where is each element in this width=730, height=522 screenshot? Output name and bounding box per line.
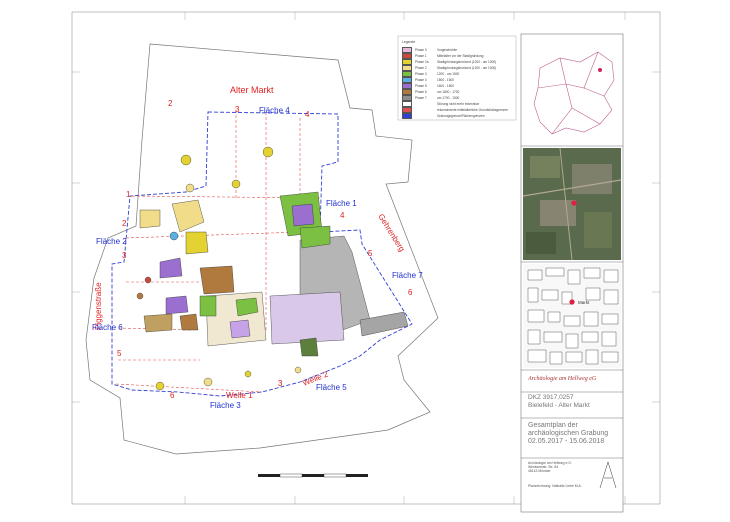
legend-code: Phase 6 [415, 90, 427, 94]
map-sheet: Markt Alter Markt Gehrenberg Piggenstraß… [0, 0, 730, 517]
address-block: Archäologie am Hellweg e.G. Westwerkstr.… [528, 461, 620, 474]
legend-text: Stadtgründungshorizont (1200 - um 1300) [437, 66, 497, 70]
plan-title-block: Gesamtplan der archäologischen Grabung 0… [528, 422, 620, 446]
project-site: Bielefeld - Alter Markt [528, 402, 590, 409]
plot-number: 2 [122, 219, 127, 228]
plot-number: 3 [235, 105, 240, 114]
plot-number: 5 [117, 349, 122, 358]
scale-bar [258, 473, 368, 478]
label-welle1: Welle 1 [226, 391, 253, 400]
legend-swatch [402, 53, 412, 59]
legend-code: Phase 5 [415, 84, 427, 88]
legend-code: Phase 2 [415, 66, 427, 70]
plot-number: 6 [170, 391, 175, 400]
plot-number: 4 [340, 211, 345, 220]
label-flaeche5: Fläche 5 [316, 383, 347, 392]
legend-code: Phase 0 [415, 48, 427, 52]
legend-swatch [402, 77, 412, 83]
plan-title-dates: 02.05.2017 - 15.06.2018 [528, 438, 605, 445]
label-flaeche7: Fläche 7 [392, 271, 423, 280]
legend-code: Phase 1 [415, 54, 427, 58]
label-flaeche6: Fläche 6 [92, 323, 123, 332]
drawn-by: Planzeichnung: Nathalie Liebe M.A. [528, 484, 582, 488]
legend-code: Phase 2a [415, 60, 429, 64]
plan-title-line2: archäologischen Grabung [528, 430, 609, 437]
legend-swatch [402, 47, 412, 53]
label-alter-markt: Alter Markt [230, 85, 274, 95]
legend-swatch [402, 95, 412, 101]
site-plan-svg: Markt Alter Markt Gehrenberg Piggenstraß… [71, 11, 661, 513]
legend-text: Grabungsgrenze/Flächengrenzen [437, 114, 485, 118]
plot-number: 6 [408, 288, 413, 297]
city-map-marker-label: Markt [578, 300, 590, 305]
legend-item: Grabungsgrenze/Flächengrenzen [402, 113, 512, 119]
legend-text: Mittelalter vor der Stadtgründung [437, 54, 484, 58]
label-flaeche2: Fläche 2 [96, 237, 127, 246]
address-line: 48143 Münster [528, 469, 551, 474]
legend-text: Vorgeschichte [437, 48, 458, 52]
legend-text: Stadtgründungshorizont (1200 - um 1300) [437, 60, 497, 64]
legend-swatch [402, 59, 412, 65]
legend-swatch [402, 89, 412, 95]
legend-text: um 1800 - 1700 [437, 90, 460, 94]
plot-number: 2 [168, 99, 173, 108]
legend-code: Phase 3 [415, 72, 427, 76]
legend-text: rekonstruierte mittelalterliche Grundstü… [437, 108, 509, 112]
legend-text: 1500 - 1600 [437, 78, 455, 82]
company-logo-text: Archäologie am Hellweg eG [528, 376, 597, 382]
legend-swatch [402, 113, 412, 119]
plot-number: 4 [305, 110, 310, 119]
legend-text: 1200 - um 1500 [437, 72, 460, 76]
legend-swatch [402, 65, 412, 71]
legend-text: 1600 - 1800 [437, 84, 455, 88]
plan-title-line1: Gesamtplan der [528, 422, 578, 429]
project-id-block: DKZ 3917,0257 Bielefeld - Alter Markt [528, 394, 620, 410]
label-flaeche1: Fläche 1 [326, 199, 357, 208]
plot-number: 1 [126, 190, 131, 199]
legend-swatch [402, 71, 412, 77]
legend-swatch [402, 107, 412, 113]
label-flaeche4: Fläche 4 [259, 106, 290, 115]
legend-text: Störung nicht mehr erkennbar [437, 102, 480, 106]
plot-number: 5 [368, 249, 373, 258]
city-map [523, 264, 621, 368]
legend-text: um 1700 - 1900 [437, 96, 460, 100]
legend-code: Phase 4 [415, 78, 427, 82]
legend-swatch [402, 83, 412, 89]
aerial-photo [522, 147, 622, 261]
legend-title: Legende [402, 40, 416, 44]
label-flaeche3: Fläche 3 [210, 401, 241, 410]
legend-code: Phase 7 [415, 96, 427, 100]
project-dkz: DKZ 3917,0257 [528, 394, 574, 401]
plot-number: 3 [122, 251, 127, 260]
plot-number: 3 [278, 379, 283, 388]
legend-swatch [402, 101, 412, 107]
